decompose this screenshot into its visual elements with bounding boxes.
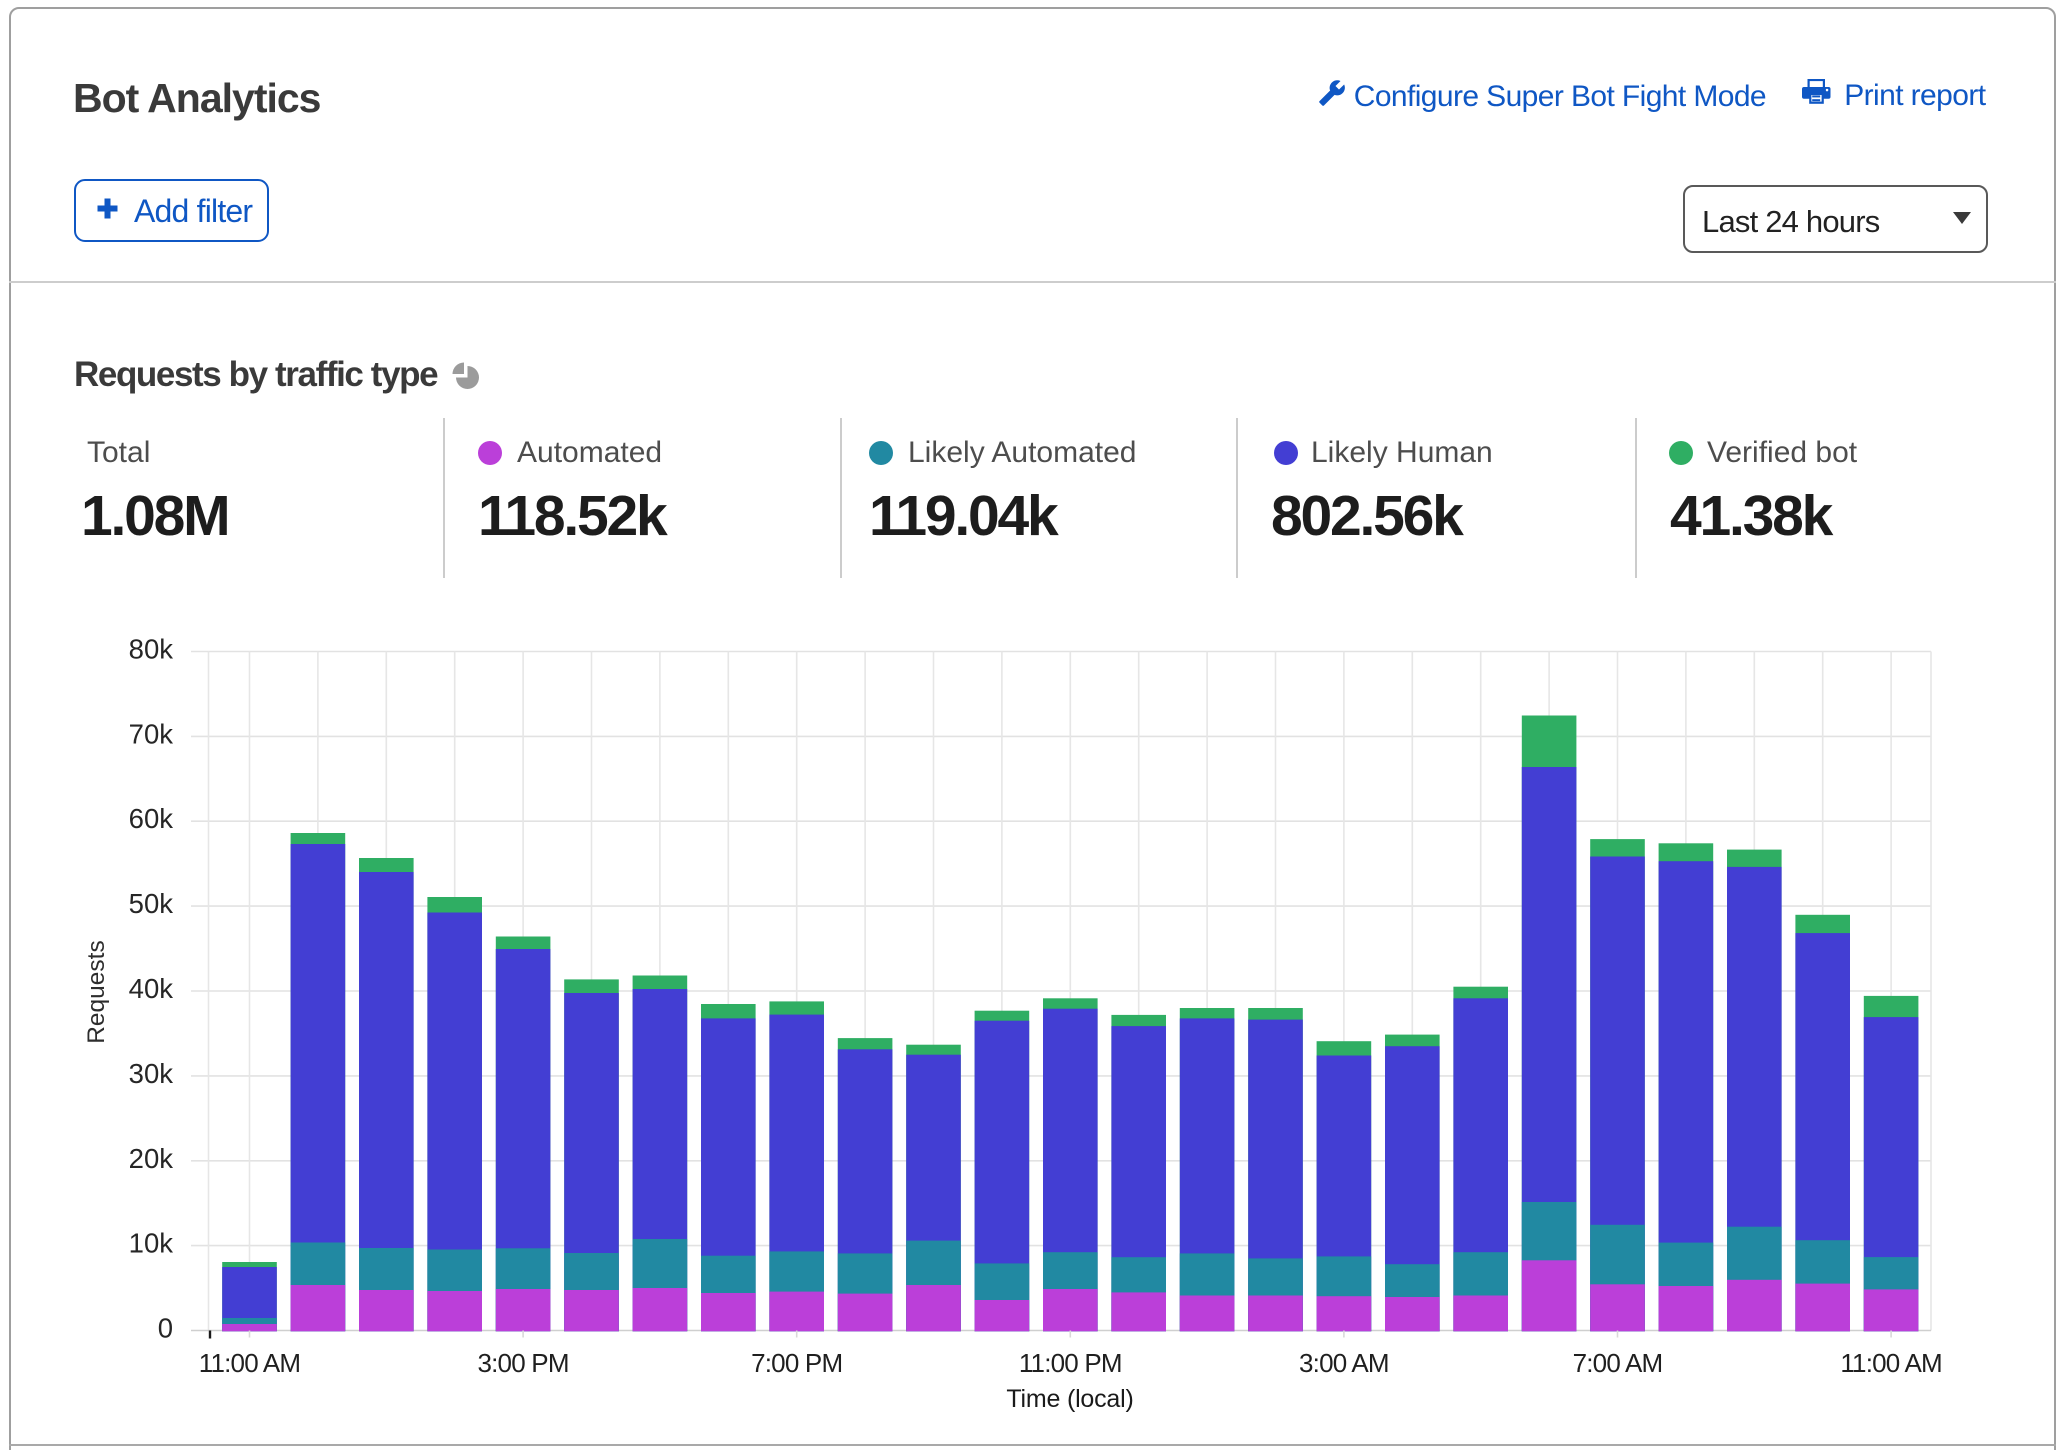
- svg-text:30k: 30k: [129, 1058, 174, 1089]
- svg-text:Time (local): Time (local): [1006, 1385, 1133, 1413]
- svg-text:60k: 60k: [129, 803, 174, 834]
- svg-text:80k: 80k: [129, 634, 174, 665]
- svg-text:50k: 50k: [129, 888, 174, 919]
- svg-text:40k: 40k: [129, 973, 174, 1004]
- svg-text:11:00 AM: 11:00 AM: [199, 1348, 301, 1378]
- svg-text:20k: 20k: [129, 1143, 174, 1174]
- svg-text:7:00 PM: 7:00 PM: [751, 1348, 842, 1378]
- svg-text:3:00 AM: 3:00 AM: [1299, 1348, 1389, 1378]
- svg-text:3:00 PM: 3:00 PM: [477, 1348, 568, 1378]
- svg-text:0: 0: [158, 1313, 173, 1344]
- svg-text:70k: 70k: [129, 718, 174, 749]
- svg-text:11:00 PM: 11:00 PM: [1019, 1348, 1122, 1378]
- svg-text:Requests: Requests: [83, 940, 110, 1044]
- svg-text:11:00 AM: 11:00 AM: [1840, 1348, 1942, 1378]
- svg-text:10k: 10k: [129, 1228, 174, 1259]
- svg-text:7:00 AM: 7:00 AM: [1573, 1348, 1663, 1378]
